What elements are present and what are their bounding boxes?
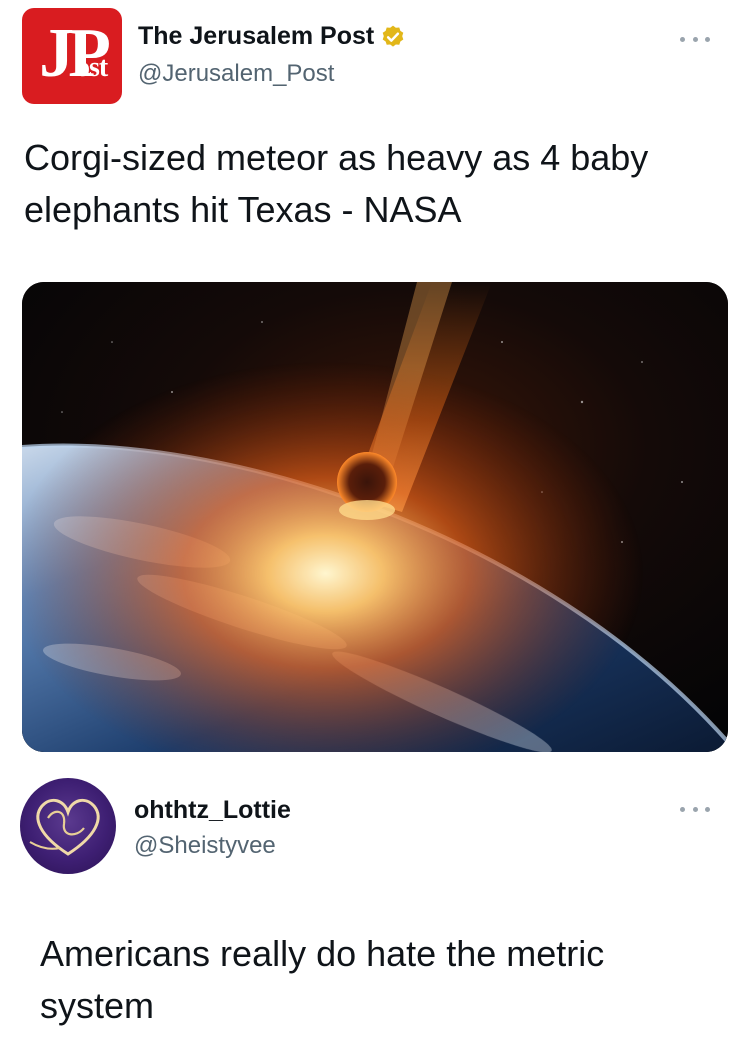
meteor-image-svg (22, 282, 728, 752)
avatar[interactable]: JP ost (22, 8, 122, 104)
display-name-text: The Jerusalem Post (138, 22, 375, 50)
avatar[interactable] (20, 778, 116, 874)
display-name[interactable]: The Jerusalem Post (138, 22, 406, 51)
handle[interactable]: @Sheistyvee (134, 832, 276, 860)
verified-badge-icon (382, 25, 404, 47)
tweet-text: Americans really do hate the metric syst… (40, 933, 605, 1026)
tweet-reply[interactable]: ohthtz_Lottie @Sheistyvee Americans real… (0, 770, 750, 1040)
handle[interactable]: @Jerusalem_Post (138, 60, 334, 88)
tweet-text: Corgi-sized meteor as heavy as 4 baby el… (24, 137, 649, 230)
heart-logo-icon (29, 798, 100, 856)
more-options-icon[interactable] (680, 34, 710, 44)
avatar-logo-subtext: ost (76, 52, 108, 83)
tweet-jerusalem-post[interactable]: JP ost The Jerusalem Post @Jerusalem_Pos… (0, 0, 750, 770)
more-options-icon[interactable] (680, 804, 710, 814)
display-name[interactable]: ohthtz_Lottie (134, 796, 291, 825)
meteor-over-earth-image[interactable] (22, 282, 728, 752)
